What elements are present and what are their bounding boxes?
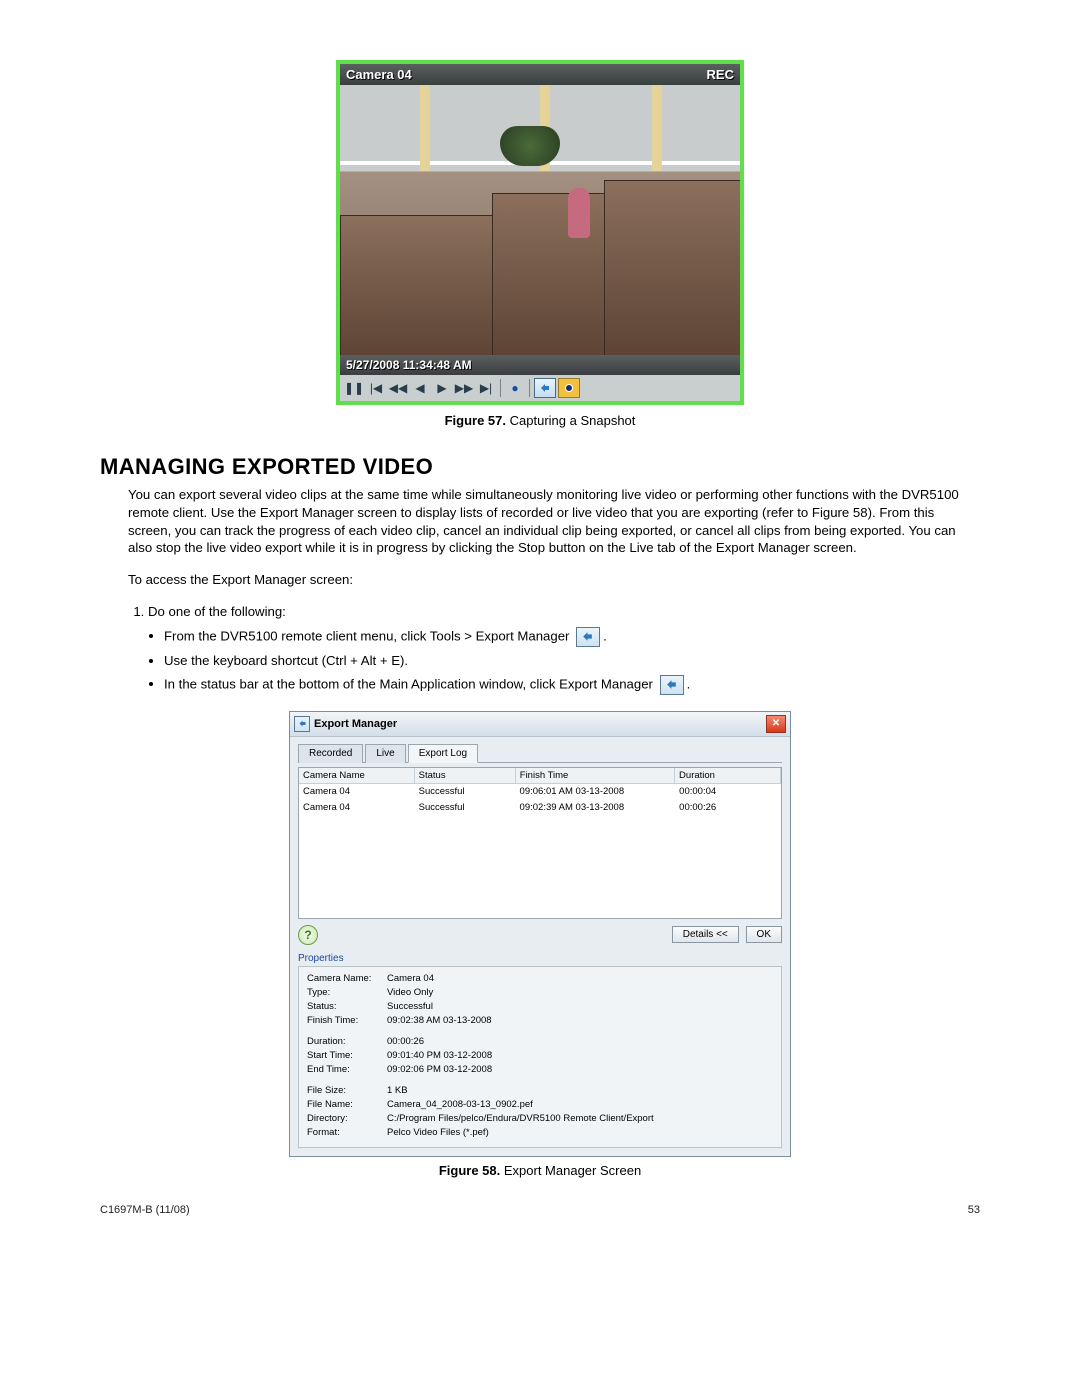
export-grid: Camera Name Status Finish Time Duration … — [298, 767, 782, 919]
paragraph-access: To access the Export Manager screen: — [128, 571, 980, 589]
col-camera[interactable]: Camera Name — [299, 768, 415, 784]
close-button[interactable]: ✕ — [766, 715, 786, 733]
footer-doc-id: C1697M-B (11/08) — [100, 1204, 190, 1216]
section-heading: MANAGING EXPORTED VIDEO — [100, 454, 980, 480]
video-frame — [340, 85, 740, 355]
tab-live[interactable]: Live — [365, 744, 405, 763]
export-manager-icon — [576, 627, 600, 647]
video-header: Camera 04 REC — [340, 64, 740, 85]
rewind-icon[interactable]: ◀◀ — [388, 379, 408, 397]
grid-header: Camera Name Status Finish Time Duration — [299, 768, 781, 784]
skip-start-icon[interactable]: |◀ — [366, 379, 386, 397]
ffwd-icon[interactable]: ▶▶ — [454, 379, 474, 397]
figure58-caption: Figure 58. Export Manager Screen — [100, 1163, 980, 1178]
figure57-caption: Figure 57. Capturing a Snapshot — [100, 413, 980, 428]
video-player: Camera 04 REC 5/27/2008 11:34:48 AM ❚❚ |… — [336, 60, 744, 405]
ok-button[interactable]: OK — [746, 926, 782, 943]
step-fwd-icon[interactable]: ▶ — [432, 379, 452, 397]
video-timestamp: 5/27/2008 11:34:48 AM — [340, 355, 740, 375]
bullet-statusbar: In the status bar at the bottom of the M… — [164, 675, 980, 695]
export-manager-icon — [660, 675, 684, 695]
col-finish[interactable]: Finish Time — [516, 768, 675, 784]
properties-heading: Properties — [298, 953, 782, 964]
details-button[interactable]: Details << — [672, 926, 739, 943]
video-controls: ❚❚ |◀ ◀◀ ◀ ▶ ▶▶ ▶| ● — [340, 375, 740, 401]
col-status[interactable]: Status — [415, 768, 516, 784]
export-manager-dialog: Export Manager ✕ Recorded Live Export Lo… — [289, 711, 791, 1157]
page-footer: C1697M-B (11/08) 53 — [100, 1204, 980, 1216]
export-manager-icon — [294, 716, 310, 732]
skip-end-icon[interactable]: ▶| — [476, 379, 496, 397]
dialog-title: Export Manager — [314, 718, 766, 730]
export-icon[interactable] — [534, 378, 556, 398]
footer-page-number: 53 — [968, 1204, 980, 1216]
snapshot-icon[interactable] — [558, 378, 580, 398]
pause-icon[interactable]: ❚❚ — [344, 379, 364, 397]
paragraph-intro: You can export several video clips at th… — [128, 486, 980, 557]
tab-recorded[interactable]: Recorded — [298, 744, 363, 763]
properties-panel: Camera Name:Camera 04 Type:Video Only St… — [298, 966, 782, 1148]
tabs: Recorded Live Export Log — [298, 743, 782, 763]
bullet-menu: From the DVR5100 remote client menu, cli… — [164, 627, 980, 647]
col-duration[interactable]: Duration — [675, 768, 781, 784]
step-back-icon[interactable]: ◀ — [410, 379, 430, 397]
step-1: Do one of the following: — [148, 603, 980, 621]
record-icon[interactable]: ● — [505, 379, 525, 397]
dialog-titlebar: Export Manager ✕ — [290, 712, 790, 737]
bullet-shortcut: Use the keyboard shortcut (Ctrl + Alt + … — [164, 652, 980, 670]
tab-export-log[interactable]: Export Log — [408, 744, 478, 763]
rec-indicator: REC — [707, 67, 734, 82]
table-row[interactable]: Camera 04 Successful 09:02:39 AM 03-13-2… — [299, 800, 781, 816]
help-icon[interactable]: ? — [298, 925, 318, 945]
camera-label: Camera 04 — [346, 67, 412, 82]
table-row[interactable]: Camera 04 Successful 09:06:01 AM 03-13-2… — [299, 784, 781, 800]
